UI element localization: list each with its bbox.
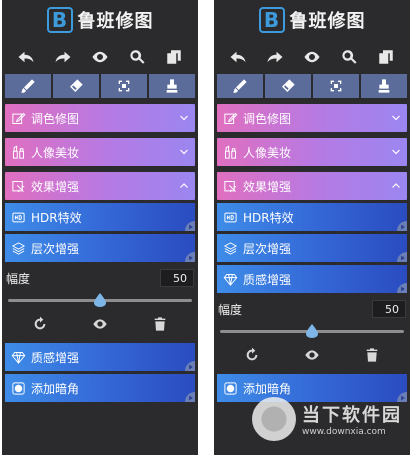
compare-icon[interactable]: [372, 45, 400, 69]
item-label: HDR特效: [243, 210, 294, 225]
item-label: 质感增强: [31, 350, 80, 365]
mode-bar: [5, 74, 195, 98]
slider-label: 幅度: [218, 302, 243, 317]
slider-thumb[interactable]: [94, 292, 106, 307]
app-logo: B 鲁班修图: [214, 0, 410, 40]
editor-panel-left: B 鲁班修图 调色修图 人像美妆 效果增强 HDR特效 层次增强 幅度 50 质…: [2, 0, 198, 455]
trash-icon[interactable]: [364, 347, 380, 367]
eye-icon[interactable]: [92, 316, 108, 336]
section-portrait-makeup[interactable]: 人像美妆: [5, 138, 195, 166]
item-label: 添加暗角: [31, 381, 80, 396]
diamond-icon: [217, 272, 243, 287]
slider-actions: [10, 312, 190, 340]
search-icon[interactable]: [123, 45, 151, 69]
section-label: 效果增强: [243, 179, 292, 194]
section-effect-enhance[interactable]: 效果增强: [217, 172, 407, 200]
enhance-icon: [5, 179, 31, 194]
item-layer-enhance[interactable]: 层次增强: [217, 234, 407, 262]
item-label: 层次增强: [31, 241, 80, 256]
toolbar: [214, 42, 410, 72]
chevron-down-icon[interactable]: [385, 112, 407, 124]
eye-icon[interactable]: [298, 45, 326, 69]
enhance-icon: [217, 179, 243, 194]
section-label: 效果增强: [31, 179, 80, 194]
eraser-icon[interactable]: [53, 74, 99, 98]
item-label: 层次增强: [243, 241, 292, 256]
watermark-url: www.downxia.com: [302, 427, 386, 437]
reset-icon[interactable]: [32, 316, 48, 336]
eye-icon[interactable]: [86, 45, 114, 69]
section-label: 人像美妆: [243, 145, 292, 160]
layers-icon: [5, 241, 31, 256]
item-texture-enhance[interactable]: 质感增强: [5, 343, 195, 371]
section-effect-enhance[interactable]: 效果增强: [5, 172, 195, 200]
selection-icon[interactable]: [313, 74, 359, 98]
eye-icon[interactable]: [304, 347, 320, 367]
toolbar: [2, 42, 198, 72]
item-texture-enhance[interactable]: 质感增强: [217, 265, 407, 293]
brush-icon[interactable]: [5, 74, 51, 98]
watermark-logo-icon: [252, 397, 296, 441]
item-layer-enhance[interactable]: 层次增强: [5, 234, 195, 262]
vignette-icon: [5, 381, 31, 396]
slider-value-input[interactable]: 50: [160, 269, 194, 287]
selection-icon[interactable]: [101, 74, 147, 98]
logo-mark: B: [258, 7, 285, 33]
chevron-down-icon[interactable]: [385, 146, 407, 158]
trash-icon[interactable]: [152, 316, 168, 336]
site-watermark: 当下软件园 www.downxia.com: [252, 397, 402, 441]
slider-label: 幅度: [6, 271, 31, 286]
cosmetics-icon: [217, 144, 243, 160]
item-label: 添加暗角: [243, 381, 292, 396]
search-icon[interactable]: [335, 45, 363, 69]
item-add-vignette[interactable]: 添加暗角: [5, 374, 195, 402]
app-logo: B 鲁班修图: [2, 0, 198, 40]
cosmetics-icon: [5, 144, 31, 160]
section-label: 人像美妆: [31, 145, 80, 160]
edit-icon: [5, 111, 31, 126]
diamond-icon: [5, 350, 31, 365]
amount-slider: 幅度 50: [218, 299, 406, 341]
brush-icon[interactable]: [217, 74, 263, 98]
compare-icon[interactable]: [160, 45, 188, 69]
undo-icon[interactable]: [12, 45, 40, 69]
hdr-icon: [5, 210, 31, 225]
section-portrait-makeup[interactable]: 人像美妆: [217, 138, 407, 166]
slider-thumb[interactable]: [306, 323, 318, 338]
layers-icon: [217, 241, 243, 256]
stamp-icon[interactable]: [361, 74, 407, 98]
slider-actions: [222, 343, 402, 371]
amount-slider: 幅度 50: [6, 268, 194, 310]
chevron-down-icon[interactable]: [173, 146, 195, 158]
section-label: 调色修图: [31, 111, 80, 126]
item-label: HDR特效: [31, 210, 82, 225]
item-label: 质感增强: [243, 272, 292, 287]
redo-icon[interactable]: [49, 45, 77, 69]
reset-icon[interactable]: [244, 347, 260, 367]
chevron-down-icon[interactable]: [173, 112, 195, 124]
watermark-name: 当下软件园: [302, 405, 402, 426]
item-hdr[interactable]: HDR特效: [217, 203, 407, 231]
editor-panel-right: B 鲁班修图 调色修图 人像美妆 效果增强 HDR特效 层次增强 质感增强 幅度…: [214, 0, 410, 455]
slider-track[interactable]: [6, 290, 194, 310]
undo-icon[interactable]: [224, 45, 252, 69]
app-title: 鲁班修图: [77, 11, 154, 32]
hdr-icon: [217, 210, 243, 225]
section-label: 调色修图: [243, 111, 292, 126]
vignette-icon: [217, 381, 243, 396]
item-hdr[interactable]: HDR特效: [5, 203, 195, 231]
edit-icon: [217, 111, 243, 126]
section-color-retouch[interactable]: 调色修图: [217, 104, 407, 132]
mode-bar: [217, 74, 407, 98]
slider-track[interactable]: [218, 321, 406, 341]
section-color-retouch[interactable]: 调色修图: [5, 104, 195, 132]
redo-icon[interactable]: [261, 45, 289, 69]
eraser-icon[interactable]: [265, 74, 311, 98]
chevron-up-icon[interactable]: [173, 180, 195, 192]
logo-mark: B: [46, 7, 73, 33]
app-title: 鲁班修图: [289, 11, 366, 32]
slider-value-input[interactable]: 50: [372, 300, 406, 318]
stamp-icon[interactable]: [149, 74, 195, 98]
chevron-up-icon[interactable]: [385, 180, 407, 192]
